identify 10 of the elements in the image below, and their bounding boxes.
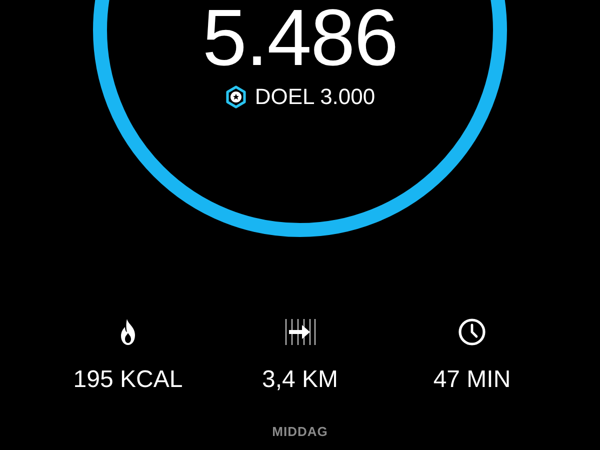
clock-icon — [458, 318, 486, 346]
track-arrow-icon — [284, 318, 316, 346]
stat-value: 195 KCAL — [73, 366, 183, 394]
stat-value: 3,4 KM — [262, 366, 338, 394]
stat-value: 47 MIN — [433, 366, 511, 394]
goal-badge-icon — [224, 85, 247, 109]
period-label: MIDDAG — [272, 424, 328, 439]
flame-icon — [118, 318, 138, 346]
step-count: 5.486 — [202, 2, 398, 70]
goal-label: DOEL 3.000 — [254, 84, 376, 110]
